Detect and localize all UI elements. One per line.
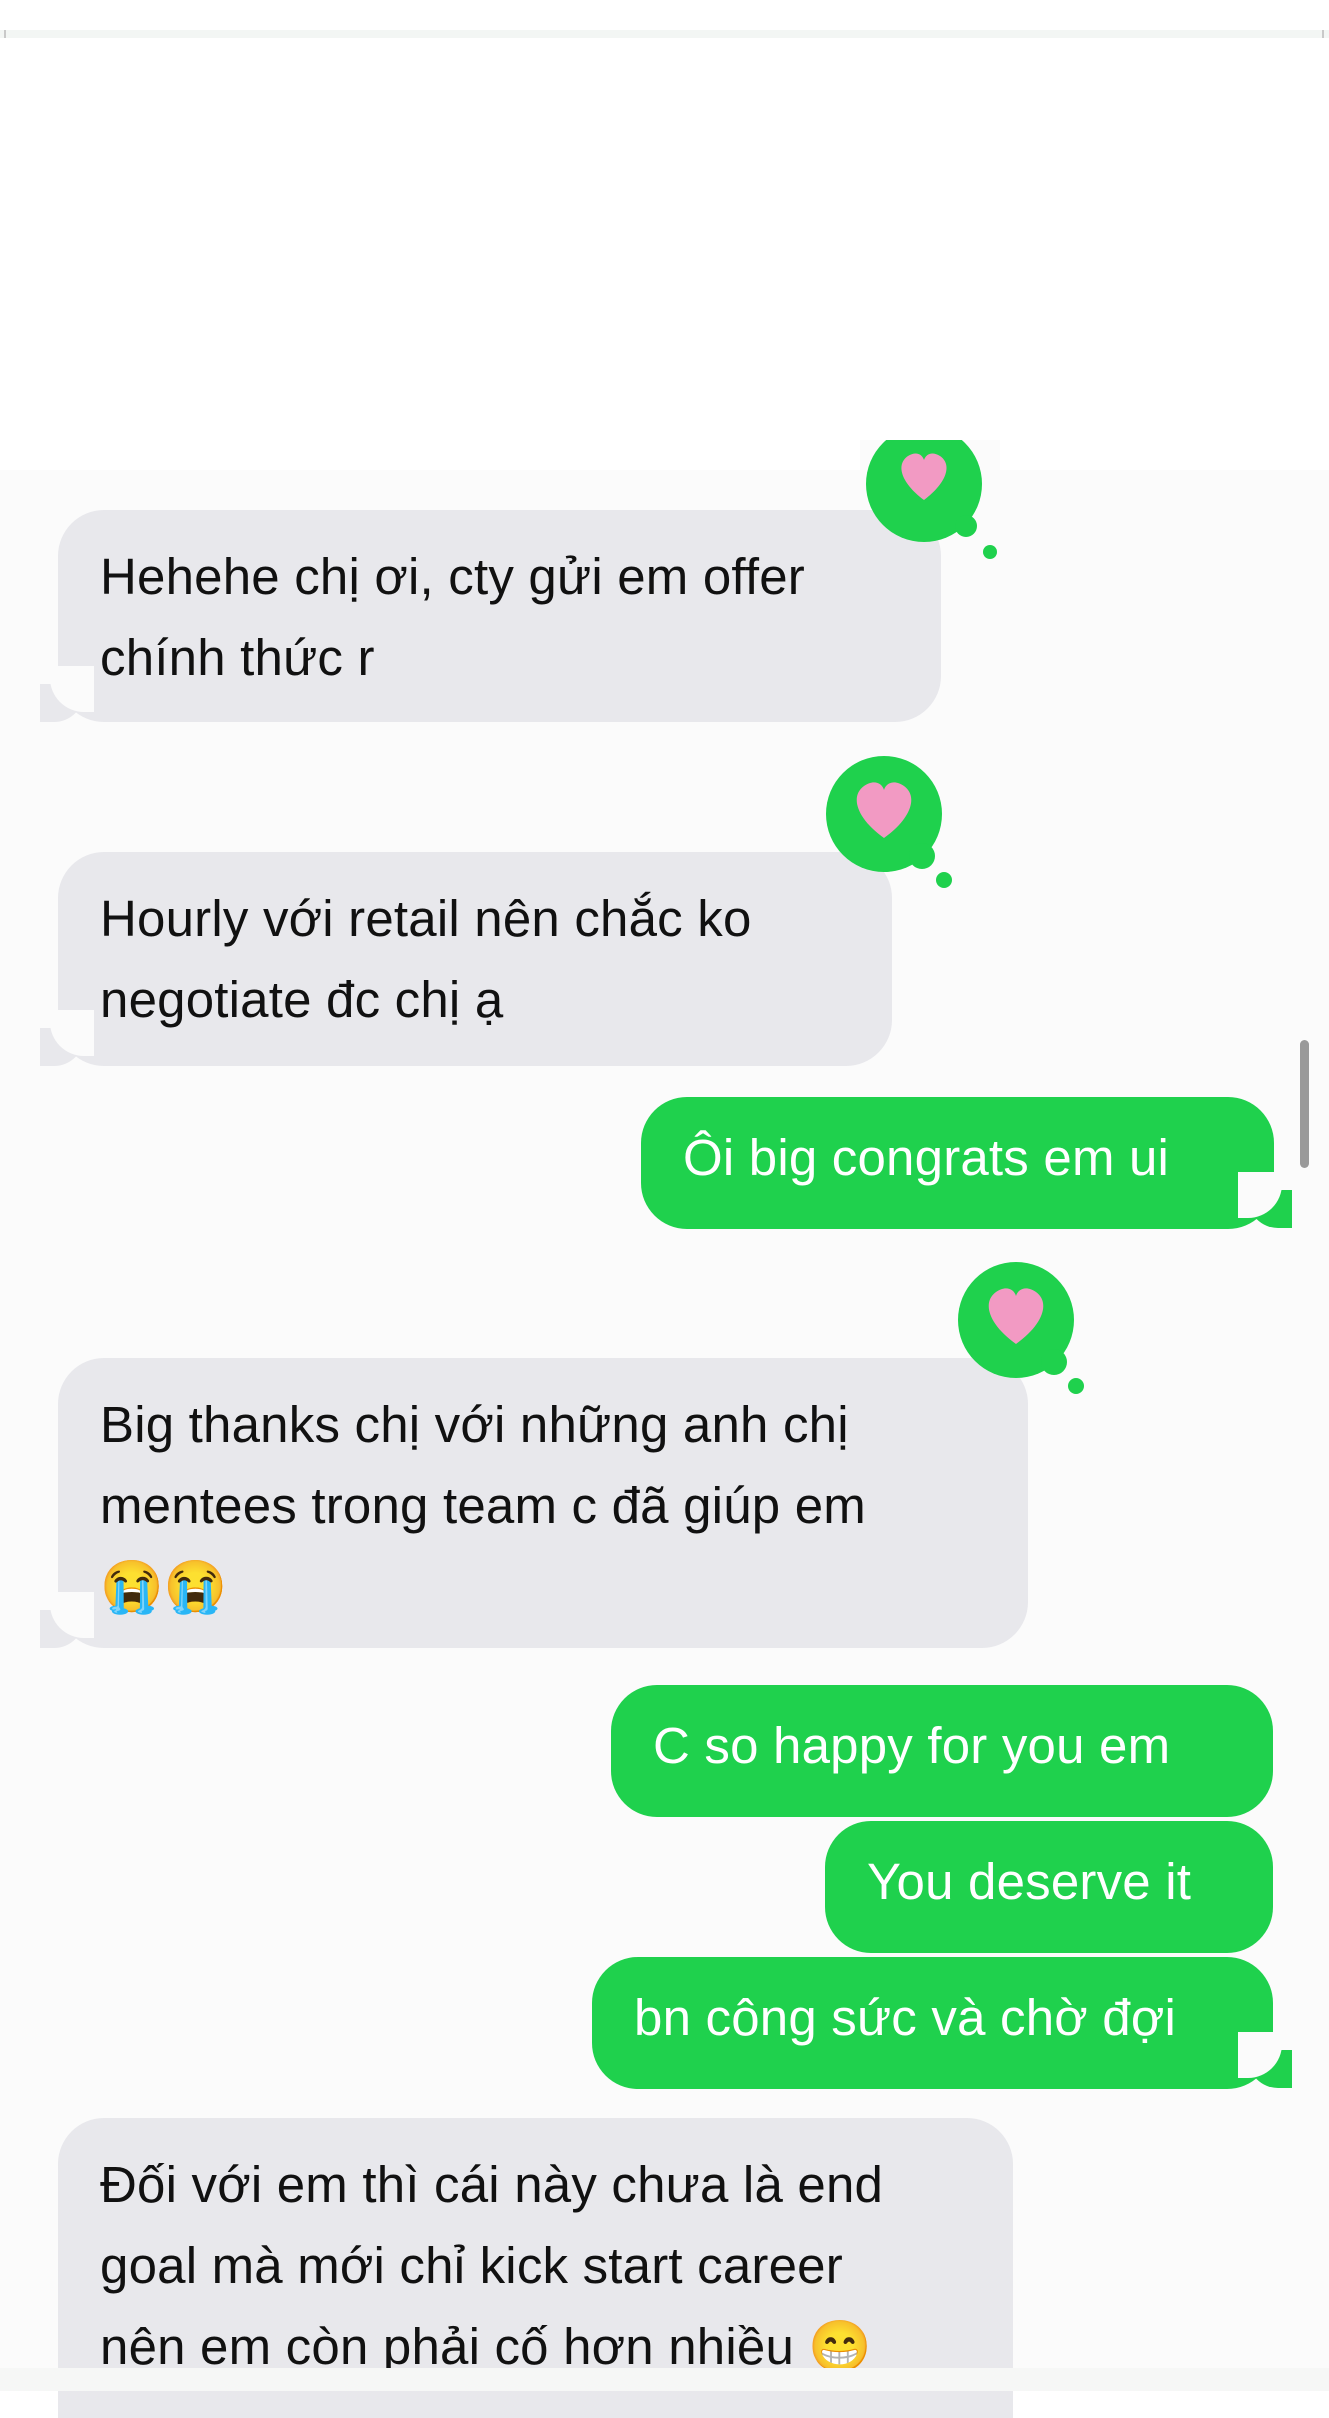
message-line: 😭😭 xyxy=(100,1558,228,1615)
bubble-tail xyxy=(1238,2032,1292,2088)
message-line: mentees trong team c đã giúp em xyxy=(100,1477,866,1534)
sent-message-bubble[interactable]: bn công sức và chờ đợi xyxy=(592,1957,1273,2089)
bottom-edge xyxy=(0,2368,1329,2391)
bubble-tail xyxy=(1238,1172,1292,1228)
scrollbar-thumb[interactable] xyxy=(1300,1040,1309,1168)
bubble-tail xyxy=(40,666,94,722)
top-bar xyxy=(0,30,1329,38)
received-message-bubble[interactable]: Hehehe chị ơi, cty gửi em offer chính th… xyxy=(58,510,941,722)
message-line: You deserve it xyxy=(867,1853,1192,1910)
sent-message-bubble[interactable]: Ôi big congrats em ui xyxy=(641,1097,1274,1229)
bubble-tail xyxy=(40,1010,94,1066)
message-line: chính thức r xyxy=(100,629,375,686)
sent-message-bubble[interactable]: C so happy for you em xyxy=(611,1685,1273,1817)
heart-reaction-icon[interactable] xyxy=(958,1262,1098,1402)
message-line: C so happy for you em xyxy=(653,1717,1171,1774)
message-line: Đối với em thì cái này chưa là end xyxy=(100,2156,884,2213)
top-bar-edge xyxy=(1322,30,1324,38)
message-line: bn công sức và chờ đợi xyxy=(634,1989,1177,2046)
message-line: negotiate đc chị ạ xyxy=(100,971,504,1028)
message-line: Hourly với retail nên chắc ko xyxy=(100,890,752,947)
message-thread[interactable]: Hehehe chị ơi, cty gửi em offer chính th… xyxy=(0,440,1329,2418)
top-bar-edge xyxy=(4,30,6,38)
heart-reaction-icon[interactable] xyxy=(826,756,966,896)
sent-message-bubble[interactable]: You deserve it xyxy=(825,1821,1273,1953)
message-line: goal mà mới chỉ kick start career xyxy=(100,2237,843,2294)
heart-reaction-icon[interactable] xyxy=(860,440,1000,580)
bubble-tail xyxy=(40,1592,94,1648)
message-line: Hehehe chị ơi, cty gửi em offer xyxy=(100,548,805,605)
message-line: Big thanks chị với những anh chị xyxy=(100,1396,849,1453)
message-line: Ôi big congrats em ui xyxy=(683,1129,1170,1186)
received-message-bubble[interactable]: Big thanks chị với những anh chị mentees… xyxy=(58,1358,1028,1648)
received-message-bubble[interactable]: Hourly với retail nên chắc ko negotiate … xyxy=(58,852,892,1066)
